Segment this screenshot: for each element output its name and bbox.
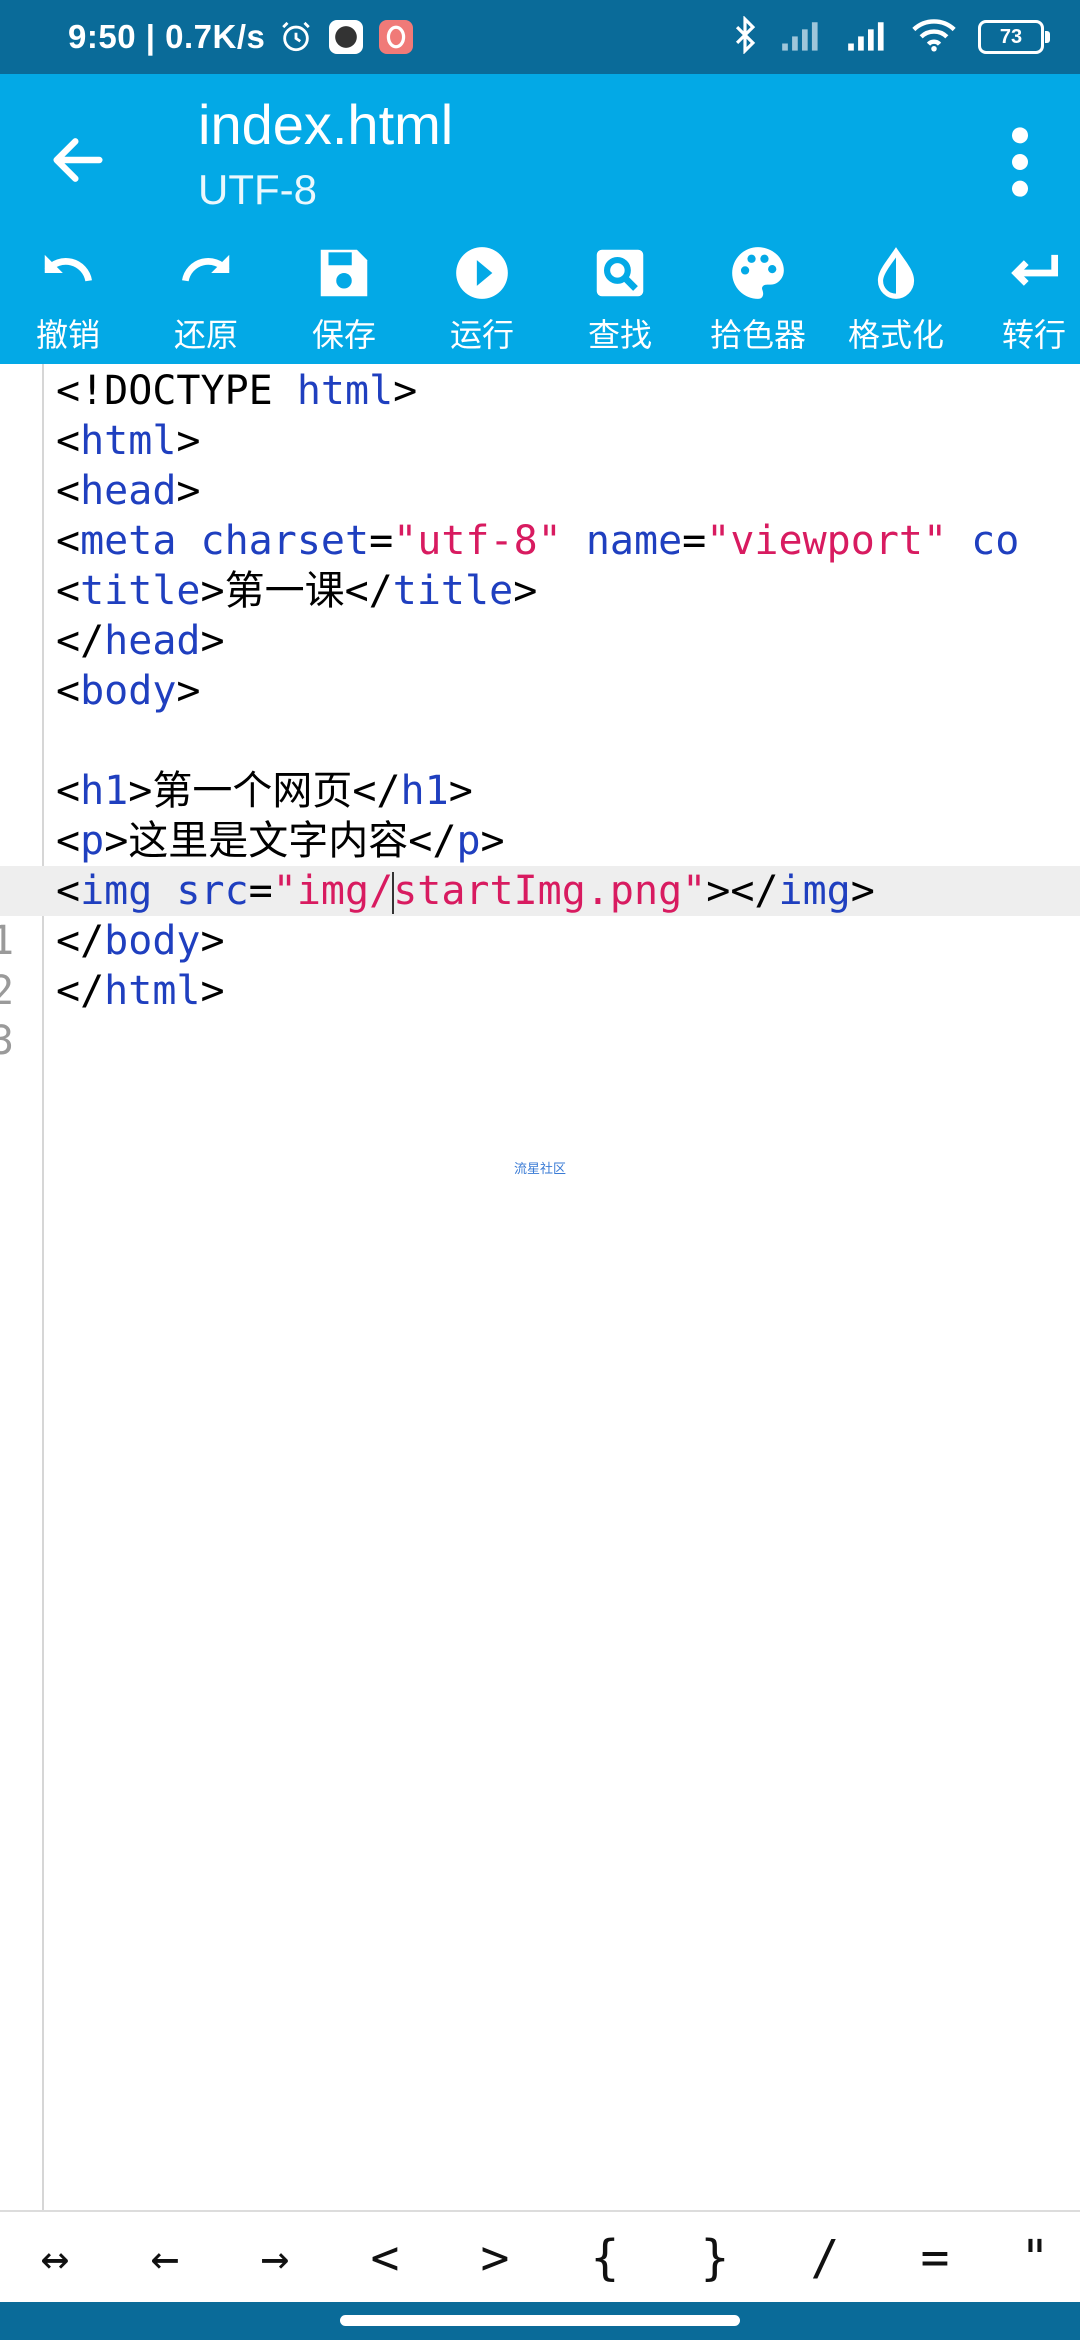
file-title: index.html	[198, 93, 454, 156]
status-left: 9:50 | 0.7K/s	[68, 0, 414, 74]
wrap-icon	[1011, 254, 1059, 286]
status-bar: 9:50 | 0.7K/s 73	[0, 0, 1080, 74]
back-button[interactable]	[46, 128, 110, 192]
symbol-key-close-brace[interactable]: }	[660, 2212, 770, 2304]
editor-toolbar: 撤销 还原 保存 运行 查找 拾色器 格式化 转行	[0, 234, 1080, 364]
save-icon	[320, 249, 368, 297]
symbol-key-right-arrow[interactable]: →	[220, 2212, 330, 2304]
more-vert-icon	[1012, 127, 1028, 197]
format-button[interactable]: 格式化	[836, 234, 956, 364]
code-line[interactable]: <!DOCTYPE html>	[0, 366, 1080, 416]
code-line[interactable]: <title>第一课</title>	[0, 566, 1080, 616]
symbol-key-swap[interactable]: ↔	[0, 2212, 110, 2304]
code-line[interactable]: <meta charset="utf-8" name="viewport" co	[0, 516, 1080, 566]
status-right: 73	[732, 0, 1050, 74]
system-nav-bar	[0, 2302, 1080, 2340]
undo-label: 撤销	[35, 316, 100, 354]
code-line-current[interactable]: 1 <img src="img/startImg.png"></img>	[0, 866, 1080, 964]
home-gesture-handle[interactable]	[340, 2315, 740, 2326]
more-options-button[interactable]	[1000, 122, 1040, 202]
redo-icon	[182, 254, 230, 282]
battery-icon: 73	[978, 20, 1050, 54]
redo-button[interactable]: 还原	[146, 234, 266, 364]
watermark-text: 流星社区	[514, 1162, 567, 1177]
color-picker-label: 拾色器	[709, 316, 806, 354]
color-picker-button[interactable]: 拾色器	[698, 234, 818, 364]
code-line[interactable]: <head>	[0, 466, 1080, 516]
symbol-key-quote[interactable]: "	[990, 2212, 1080, 2304]
undo-button[interactable]: 撤销	[8, 234, 128, 364]
undo-icon	[44, 254, 92, 282]
wrap-label: 转行	[1001, 316, 1066, 354]
code-line[interactable]: <h1>第一个网页</h1>	[0, 766, 1080, 816]
alarm-icon	[279, 20, 313, 54]
run-button[interactable]: 运行	[422, 234, 542, 364]
symbol-key-left-arrow[interactable]: ←	[110, 2212, 220, 2304]
code-line[interactable]: 2 </body>	[0, 916, 1080, 1014]
save-button[interactable]: 保存	[284, 234, 404, 364]
format-label: 格式化	[847, 316, 944, 354]
code-line[interactable]: </head>	[0, 616, 1080, 666]
wifi-icon	[912, 18, 956, 56]
code-line[interactable]: 3 </html>	[0, 966, 1080, 1064]
network-speed: 0.7K/s	[165, 18, 266, 55]
status-time: 9:50	[68, 18, 137, 55]
opera-icon	[379, 20, 414, 54]
redo-label: 还原	[173, 316, 238, 354]
file-encoding[interactable]: UTF-8	[198, 166, 317, 214]
symbol-key-less-than[interactable]: <	[330, 2212, 440, 2304]
drop-icon	[877, 247, 915, 299]
wrap-button[interactable]: 转行	[974, 234, 1080, 364]
battery-level: 73	[999, 25, 1023, 48]
search-icon	[596, 249, 644, 297]
code-line[interactable]: <body>	[0, 666, 1080, 716]
arrow-back-icon	[53, 138, 103, 182]
app-bar: index.html UTF-8 撤销 还原 保存 运行 查找 拾色器 格式化 …	[0, 74, 1080, 364]
find-label: 查找	[587, 316, 652, 354]
signal-off-icon	[780, 18, 824, 56]
code-line[interactable]: 0 <p>这里是文字内容</p>	[0, 816, 1080, 914]
find-button[interactable]: 查找	[560, 234, 680, 364]
code-editor[interactable]: <!DOCTYPE html> <html> <head> <meta char…	[0, 364, 1080, 2210]
symbol-key-open-brace[interactable]: {	[550, 2212, 660, 2304]
app-notification-icon	[329, 20, 364, 54]
save-label: 保存	[311, 316, 376, 354]
signal-icon	[846, 18, 890, 56]
code-line-empty[interactable]	[0, 716, 1080, 766]
run-label: 运行	[449, 316, 514, 354]
status-separator: |	[136, 18, 166, 55]
symbol-key-equals[interactable]: =	[880, 2212, 990, 2304]
play-icon	[456, 247, 508, 299]
line-number: 3	[0, 1018, 15, 1064]
symbol-key-greater-than[interactable]: >	[440, 2212, 550, 2304]
bluetooth-icon	[732, 15, 758, 58]
palette-icon	[732, 247, 784, 299]
symbol-key-slash[interactable]: /	[770, 2212, 880, 2304]
code-line[interactable]: <html>	[0, 416, 1080, 466]
symbol-bar: ↔ ← → < > { } / = "	[0, 2210, 1080, 2304]
